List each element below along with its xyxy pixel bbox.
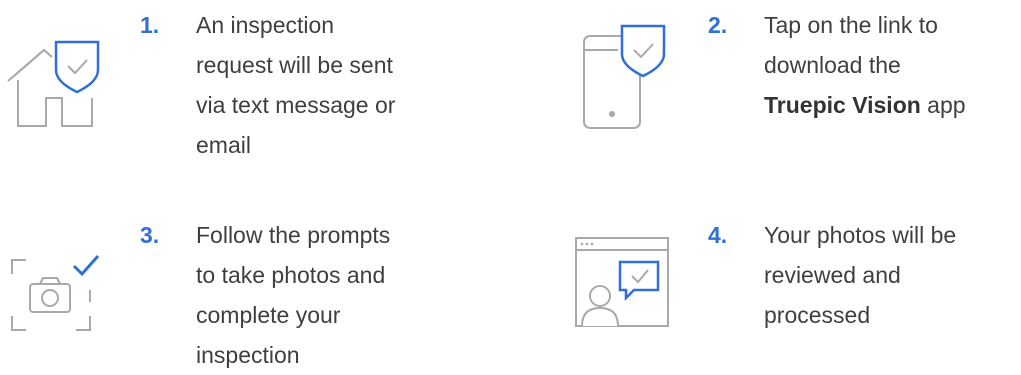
step-text-line: complete your	[196, 302, 341, 328]
step-description: Follow the prompts to take photos and co…	[196, 215, 390, 375]
camera-frame-check-icon	[8, 248, 108, 343]
step-text-line: processed	[764, 302, 871, 328]
step-text-line: Your photos will be	[764, 222, 957, 248]
step-description: Tap on the link to download the Truepic …	[764, 5, 966, 125]
step-text-line: An inspection	[196, 12, 335, 38]
step-text-line: Truepic Vision app	[764, 85, 966, 125]
step-text-line: inspection	[196, 342, 300, 368]
phone-shield-check-icon	[578, 22, 678, 137]
step-text-line: to take photos and	[196, 262, 386, 288]
step-number: 4.	[708, 222, 728, 248]
step-text-line: request will be sent	[196, 52, 393, 78]
step-text-line: via text message or	[196, 92, 396, 118]
step-text-line: Follow the prompts	[196, 222, 391, 248]
step-text-line: download the	[764, 52, 901, 78]
step-text-line: email	[196, 132, 251, 158]
step-text-line: Tap on the link to	[764, 12, 938, 38]
step-number: 3.	[140, 222, 160, 248]
step-number: 2.	[708, 12, 728, 38]
step-text-line: reviewed and	[764, 262, 901, 288]
browser-person-review-icon	[572, 232, 682, 337]
app-name: Truepic Vision	[764, 92, 921, 118]
step-description: An inspection request will be sent via t…	[196, 5, 395, 165]
step-description: Your photos will be reviewed and process…	[764, 215, 956, 335]
step-number: 1.	[140, 12, 160, 38]
step-text-suffix: app	[920, 92, 966, 118]
house-shield-check-icon	[4, 36, 104, 136]
